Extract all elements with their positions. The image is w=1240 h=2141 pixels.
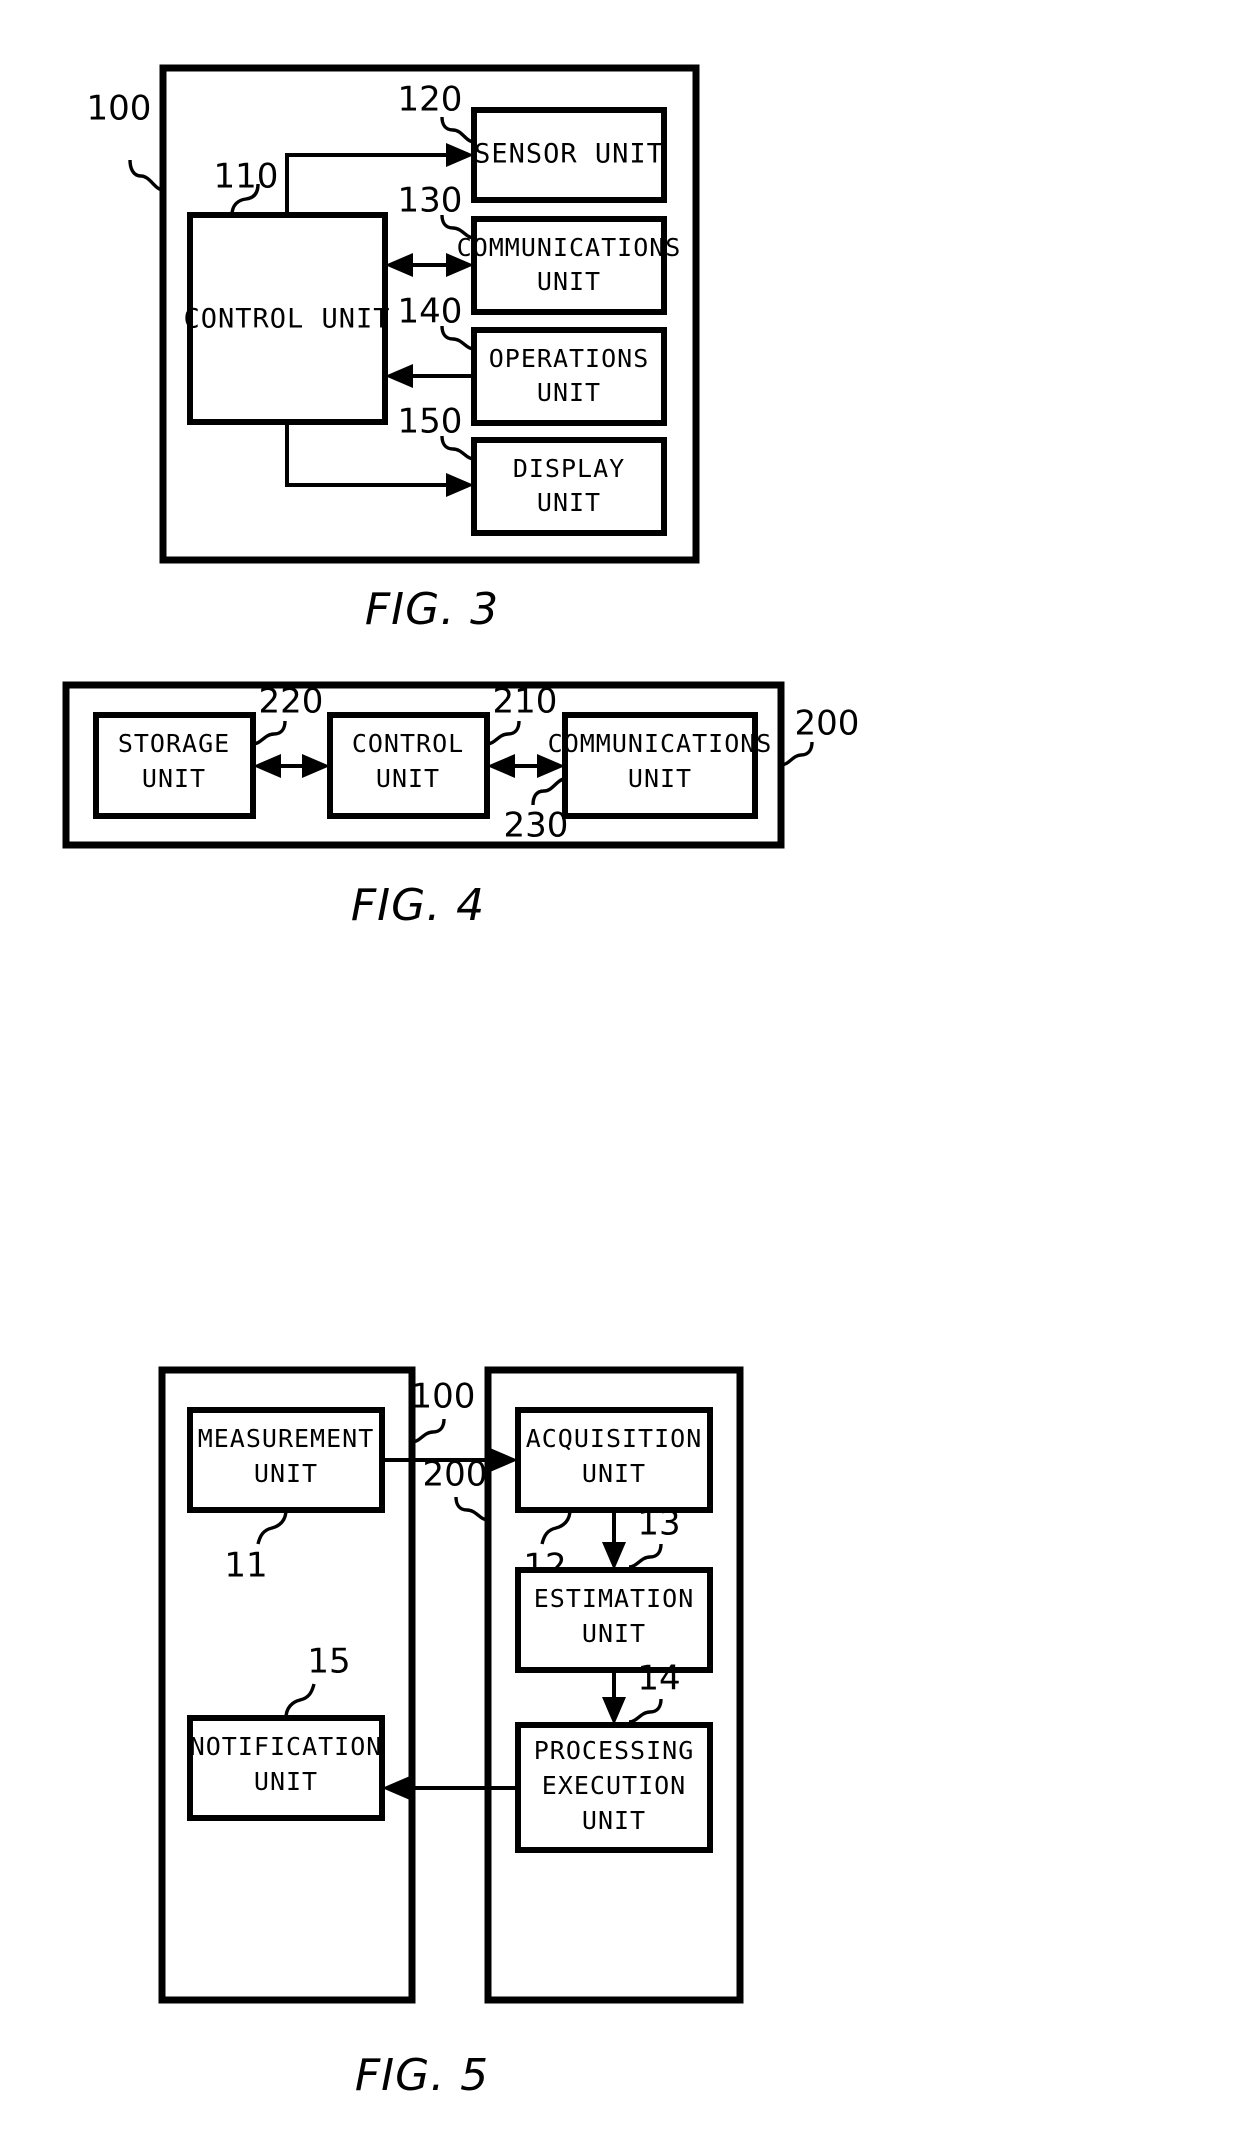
fig3-label-operations-l2: UNIT <box>537 378 601 407</box>
fig5-ref-15: 15 <box>307 1642 350 1682</box>
fig5-leader-11 <box>256 1509 288 1545</box>
patent-drawing-sheet: 100 CONTROL UNIT 110 SENSOR UNIT 120 COM… <box>0 0 1240 2141</box>
fig4-leader-200 <box>780 741 814 767</box>
fig5-arrowhead-notification <box>382 1776 410 1800</box>
fig5-label-estimation-l1: ESTIMATION <box>534 1584 695 1613</box>
fig5-label-measurement-l2: UNIT <box>254 1459 318 1488</box>
fig4-label-communications-l1: COMMUNICATIONS <box>548 729 773 758</box>
fig3-caption: FIG. 3 <box>365 584 499 635</box>
fig3-arrowhead-control-from-operations <box>385 364 413 388</box>
fig3-arrowhead-communications-left <box>385 253 413 277</box>
fig5-leader-14 <box>628 1698 663 1724</box>
fig5-leader-13 <box>628 1543 663 1569</box>
fig5-label-processing-l1: PROCESSING <box>534 1736 695 1765</box>
fig4-ref-200: 200 <box>795 704 860 744</box>
figure-4: 200 STORAGE UNIT 220 CONTROL UNIT 210 CO… <box>62 681 860 931</box>
fig4-leader-210 <box>486 720 521 746</box>
fig4-arrowhead-storage-left <box>253 754 281 778</box>
fig3-label-control-unit: CONTROL UNIT <box>183 304 390 335</box>
fig3-leader-100 <box>128 159 164 192</box>
fig3-label-display-l1: DISPLAY <box>513 454 625 483</box>
fig5-leader-100 <box>411 1418 446 1444</box>
fig4-label-control-l2: UNIT <box>376 764 440 793</box>
fig3-ref-150: 150 <box>398 402 463 442</box>
fig3-ref-130: 130 <box>398 181 463 221</box>
fig3-arrowhead-display <box>446 473 474 497</box>
fig3-label-operations-l1: OPERATIONS <box>489 344 650 373</box>
fig3-ref-100: 100 <box>87 89 152 129</box>
fig5-label-notification-l1: NOTIFICATION <box>190 1732 383 1761</box>
fig3-label-communications-l1: COMMUNICATIONS <box>457 233 682 262</box>
fig4-caption: FIG. 4 <box>351 880 485 931</box>
fig3-label-display-l2: UNIT <box>537 488 601 517</box>
fig3-ref-140: 140 <box>398 292 463 332</box>
fig5-caption: FIG. 5 <box>355 2050 489 2101</box>
fig3-ref-110: 110 <box>214 157 279 197</box>
fig5-ref-14: 14 <box>637 1659 680 1699</box>
fig5-label-acquisition-l1: ACQUISITION <box>526 1424 703 1453</box>
fig3-label-sensor-unit: SENSOR UNIT <box>474 139 664 170</box>
fig3-ref-120: 120 <box>398 80 463 120</box>
figure-5: 100 200 MEASUREMENT UNIT 11 NOTIFICATION… <box>158 1366 744 2101</box>
fig4-label-communications-l2: UNIT <box>628 764 692 793</box>
fig4-label-control-l1: CONTROL <box>352 729 464 758</box>
fig3-arrowhead-sensor <box>446 143 474 167</box>
fig5-label-processing-l3: UNIT <box>582 1806 646 1835</box>
fig4-arrowhead-control-right <box>302 754 330 778</box>
fig5-arrowhead-acquisition <box>490 1448 518 1472</box>
fig4-leader-230 <box>531 777 566 806</box>
fig5-leader-15 <box>284 1683 316 1719</box>
fig5-label-notification-l2: UNIT <box>254 1767 318 1796</box>
fig3-leader-120 <box>440 116 475 144</box>
figure-3: 100 CONTROL UNIT 110 SENSOR UNIT 120 COM… <box>87 64 700 635</box>
fig5-label-processing-l2: EXECUTION <box>542 1771 686 1800</box>
fig4-label-storage-l2: UNIT <box>142 764 206 793</box>
fig5-arrowhead-estimation <box>602 1542 626 1570</box>
fig4-ref-220: 220 <box>259 682 324 722</box>
fig5-label-acquisition-l2: UNIT <box>582 1459 646 1488</box>
fig5-label-measurement-l1: MEASUREMENT <box>198 1424 375 1453</box>
fig5-leader-200 <box>454 1496 489 1522</box>
fig4-arrowhead-control-left <box>487 754 515 778</box>
fig5-ref-13: 13 <box>637 1504 680 1544</box>
fig3-label-communications-l2: UNIT <box>537 267 601 296</box>
fig5-arrowhead-processing <box>602 1697 626 1725</box>
fig5-label-estimation-l2: UNIT <box>582 1619 646 1648</box>
fig4-label-storage-l1: STORAGE <box>118 729 230 758</box>
fig5-ref-11: 11 <box>224 1546 267 1586</box>
fig4-ref-210: 210 <box>493 682 558 722</box>
fig4-ref-230: 230 <box>504 806 569 846</box>
fig5-leader-12 <box>540 1509 572 1545</box>
fig4-leader-220 <box>252 720 287 746</box>
fig5-ref-100: 100 <box>411 1377 476 1417</box>
